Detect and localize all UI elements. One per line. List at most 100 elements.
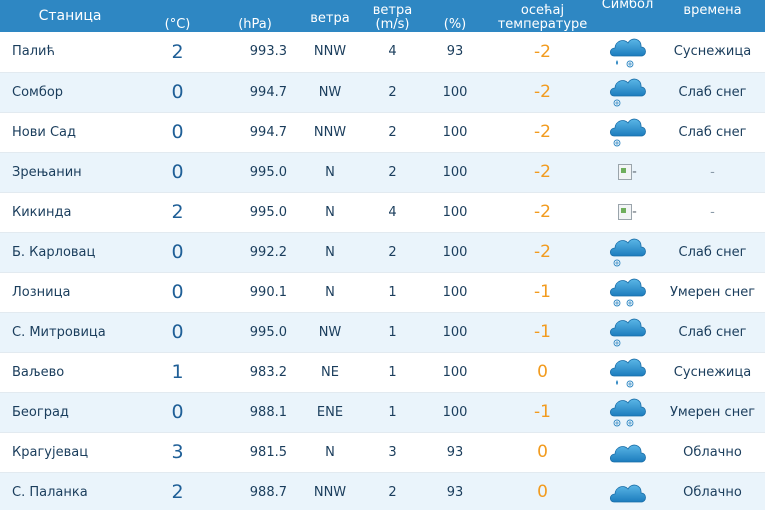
weather-table-container: Станица (°C) (hPa) ветра ветра (m/s) (%)… xyxy=(0,0,765,510)
broken-image-icon: - xyxy=(618,164,637,180)
table-row: Сомбор 0 994.7 NW 2 100 -2 Слаб снег xyxy=(0,72,765,113)
wind-speed-cell: 3 xyxy=(365,432,420,473)
wind-direction-cell: N xyxy=(295,432,365,473)
pressure-cell: 994.7 xyxy=(215,72,295,113)
pressure-cell: 988.7 xyxy=(215,472,295,510)
description-cell: Умерен снег xyxy=(660,392,765,433)
symbol-cell xyxy=(595,32,660,73)
description-cell: Облачно xyxy=(660,472,765,510)
table-row: С. Паланка 2 988.7 NNW 2 93 0 Облачно xyxy=(0,472,765,510)
temperature-cell: 0 xyxy=(140,72,215,113)
symbol-cell: - xyxy=(595,192,660,233)
header-feels-like: осећај температуре xyxy=(490,0,595,32)
header-description: времена xyxy=(660,0,765,32)
pressure-cell: 988.1 xyxy=(215,392,295,433)
symbol-cell xyxy=(595,72,660,113)
wind-direction-cell: N xyxy=(295,232,365,273)
wind-speed-cell: 1 xyxy=(365,312,420,353)
pressure-cell: 995.0 xyxy=(215,152,295,193)
header-wind-direction: ветра xyxy=(295,0,365,32)
wind-speed-cell: 2 xyxy=(365,232,420,273)
temperature-cell: 2 xyxy=(140,32,215,73)
feels-like-cell: -2 xyxy=(490,72,595,113)
symbol-cell xyxy=(595,432,660,473)
feels-like-cell: 0 xyxy=(490,472,595,510)
table-row: Палић 2 993.3 NNW 4 93 -2 Суснежица xyxy=(0,32,765,73)
humidity-cell: 93 xyxy=(420,32,490,73)
wind-direction-cell: NE xyxy=(295,352,365,393)
wind-direction-cell: N xyxy=(295,192,365,233)
pressure-cell: 992.2 xyxy=(215,232,295,273)
wind-speed-cell: 2 xyxy=(365,472,420,510)
feels-like-cell: -2 xyxy=(490,32,595,73)
moderate-snow-icon xyxy=(609,278,646,307)
table-row: Крагујевац 3 981.5 N 3 93 0 Облачно xyxy=(0,432,765,473)
temperature-cell: 2 xyxy=(140,192,215,233)
wind-speed-cell: 2 xyxy=(365,72,420,113)
image-alt-text: - xyxy=(632,164,637,180)
wind-direction-cell: NW xyxy=(295,312,365,353)
broken-image-glyph xyxy=(618,164,633,180)
image-alt-text: - xyxy=(632,204,637,220)
moderate-snow-icon xyxy=(609,398,646,427)
wind-direction-cell: NW xyxy=(295,72,365,113)
description-cell: Облачно xyxy=(660,432,765,473)
description-cell: Слаб снег xyxy=(660,232,765,273)
light-snow-icon xyxy=(609,238,646,267)
feels-like-cell: -1 xyxy=(490,312,595,353)
humidity-cell: 100 xyxy=(420,152,490,193)
humidity-cell: 93 xyxy=(420,432,490,473)
description-cell: - xyxy=(660,152,765,193)
description-cell: Слаб снег xyxy=(660,312,765,353)
feels-like-cell: 0 xyxy=(490,432,595,473)
wind-speed-cell: 4 xyxy=(365,192,420,233)
feels-like-cell: -2 xyxy=(490,112,595,153)
table-row: Лозница 0 990.1 N 1 100 -1 Умерен снег xyxy=(0,272,765,313)
pressure-cell: 983.2 xyxy=(215,352,295,393)
cloudy-icon xyxy=(609,484,646,503)
table-row: С. Митровица 0 995.0 NW 1 100 -1 Слаб снег xyxy=(0,312,765,353)
description-cell: Слаб снег xyxy=(660,72,765,113)
station-cell: Београд xyxy=(0,392,140,433)
pressure-cell: 994.7 xyxy=(215,112,295,153)
station-cell: Сомбор xyxy=(0,72,140,113)
pressure-cell: 990.1 xyxy=(215,272,295,313)
description-cell: Суснежица xyxy=(660,32,765,73)
pressure-cell: 981.5 xyxy=(215,432,295,473)
cloudy-icon xyxy=(609,444,646,463)
wind-direction-cell: N xyxy=(295,272,365,313)
table-row: Зрењанин 0 995.0 N 2 100 -2 - - xyxy=(0,152,765,193)
humidity-cell: 100 xyxy=(420,272,490,313)
table-row: Нови Сад 0 994.7 NNW 2 100 -2 Слаб снег xyxy=(0,112,765,153)
temperature-cell: 0 xyxy=(140,272,215,313)
description-cell: Слаб снег xyxy=(660,112,765,153)
station-cell: С. Митровица xyxy=(0,312,140,353)
symbol-cell: - xyxy=(595,152,660,193)
table-body: Палић 2 993.3 NNW 4 93 -2 Суснежица Сомбор 0 994.7… xyxy=(0,32,765,510)
station-cell: Б. Карловац xyxy=(0,232,140,273)
wind-speed-cell: 1 xyxy=(365,392,420,433)
wind-direction-cell: NNW xyxy=(295,112,365,153)
table-row: Ваљево 1 983.2 NE 1 100 0 Суснежица xyxy=(0,352,765,393)
symbol-cell xyxy=(595,312,660,353)
temperature-cell: 0 xyxy=(140,312,215,353)
header-humidity: (%) xyxy=(420,0,490,32)
header-symbol: Симбол xyxy=(595,0,660,32)
table-row: Б. Карловац 0 992.2 N 2 100 -2 Слаб снег xyxy=(0,232,765,273)
feels-like-cell: -2 xyxy=(490,152,595,193)
station-cell: Ваљево xyxy=(0,352,140,393)
wind-speed-cell: 4 xyxy=(365,32,420,73)
pressure-cell: 995.0 xyxy=(215,312,295,353)
wind-speed-cell: 1 xyxy=(365,352,420,393)
station-cell: С. Паланка xyxy=(0,472,140,510)
temperature-cell: 3 xyxy=(140,432,215,473)
light-snow-icon xyxy=(609,318,646,347)
station-cell: Лозница xyxy=(0,272,140,313)
pressure-cell: 995.0 xyxy=(215,192,295,233)
symbol-cell xyxy=(595,352,660,393)
table-row: Кикинда 2 995.0 N 4 100 -2 - - xyxy=(0,192,765,233)
humidity-cell: 100 xyxy=(420,312,490,353)
header-pressure: (hPa) xyxy=(215,0,295,32)
wind-direction-cell: NNW xyxy=(295,472,365,510)
humidity-cell: 100 xyxy=(420,112,490,153)
